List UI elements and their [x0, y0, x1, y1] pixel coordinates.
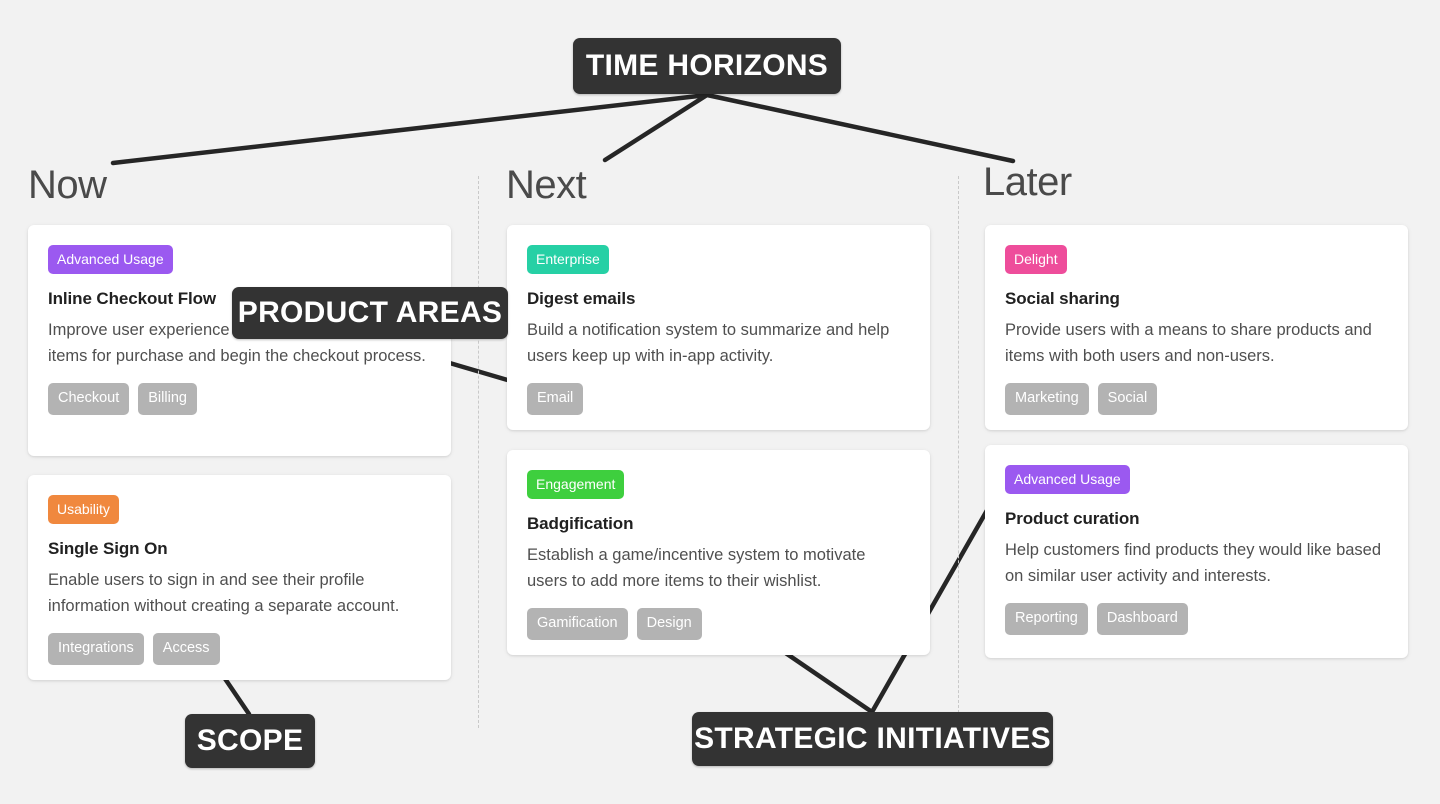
card-tags: Checkout Billing — [48, 383, 431, 415]
card-badge: Advanced Usage — [48, 245, 173, 274]
card-badge: Advanced Usage — [1005, 465, 1130, 494]
card-description: Provide users with a means to share prod… — [1005, 321, 1372, 366]
card-tag[interactable]: Design — [636, 608, 702, 640]
card-tags: Gamification Design — [527, 608, 910, 640]
card-badge: Enterprise — [527, 245, 609, 274]
card-tag[interactable]: Reporting — [1005, 603, 1088, 635]
card-description: Establish a game/incentive system to mot… — [527, 546, 866, 591]
card-tags: Integrations Access — [48, 633, 431, 665]
card-badgification[interactable]: Engagement Badgification Establish a gam… — [507, 450, 930, 655]
roadmap-board: Now Next Later Advanced Usage Inline Che… — [0, 0, 1440, 804]
callout-product-areas: PRODUCT AREAS — [232, 287, 508, 339]
connector-time-later — [704, 92, 1016, 164]
card-tag[interactable]: Billing — [138, 383, 197, 415]
callout-strategic-initiatives: STRATEGIC INITIATIVES — [692, 712, 1053, 766]
card-product-curation[interactable]: Advanced Usage Product curation Help cus… — [985, 445, 1408, 658]
card-tag[interactable]: Dashboard — [1096, 603, 1188, 635]
column-divider-next-later — [958, 176, 959, 728]
card-tag[interactable]: Email — [527, 383, 584, 415]
connector-time-now — [110, 92, 710, 166]
card-single-sign-on[interactable]: Usability Single Sign On Enable users to… — [28, 475, 451, 680]
card-tags: Email — [527, 383, 910, 415]
column-heading-later: Later — [983, 160, 1072, 204]
card-title: Digest emails — [527, 289, 636, 308]
card-tag[interactable]: Marketing — [1005, 383, 1089, 415]
card-tags: Reporting Dashboard — [1005, 603, 1388, 635]
card-badge: Delight — [1005, 245, 1067, 274]
callout-scope: SCOPE — [185, 714, 315, 768]
card-tag[interactable]: Checkout — [48, 383, 130, 415]
column-divider-now-next — [478, 176, 479, 728]
column-heading-next: Next — [506, 163, 587, 207]
card-tag[interactable]: Integrations — [48, 633, 144, 665]
card-description: Help customers find products they would … — [1005, 541, 1382, 586]
card-digest-emails[interactable]: Enterprise Digest emails Build a notific… — [507, 225, 930, 430]
connector-time-next — [602, 92, 710, 163]
callout-time-horizons: TIME HORIZONS — [573, 38, 841, 94]
card-description: Build a notification system to summarize… — [527, 321, 890, 366]
card-tag[interactable]: Access — [152, 633, 220, 665]
card-title: Badgification — [527, 514, 634, 533]
card-tag[interactable]: Social — [1097, 383, 1158, 415]
card-tags: Marketing Social — [1005, 383, 1388, 415]
card-title: Product curation — [1005, 509, 1140, 528]
card-social-sharing[interactable]: Delight Social sharing Provide users wit… — [985, 225, 1408, 430]
card-inline-checkout-flow[interactable]: Advanced Usage Inline Checkout Flow Impr… — [28, 225, 451, 456]
card-badge: Usability — [48, 495, 119, 524]
card-tag[interactable]: Gamification — [527, 608, 628, 640]
card-title: Single Sign On — [48, 539, 168, 558]
card-badge: Engagement — [527, 470, 625, 499]
column-heading-now: Now — [28, 163, 107, 207]
card-title: Social sharing — [1005, 289, 1120, 308]
card-description: Enable users to sign in and see their pr… — [48, 571, 400, 616]
